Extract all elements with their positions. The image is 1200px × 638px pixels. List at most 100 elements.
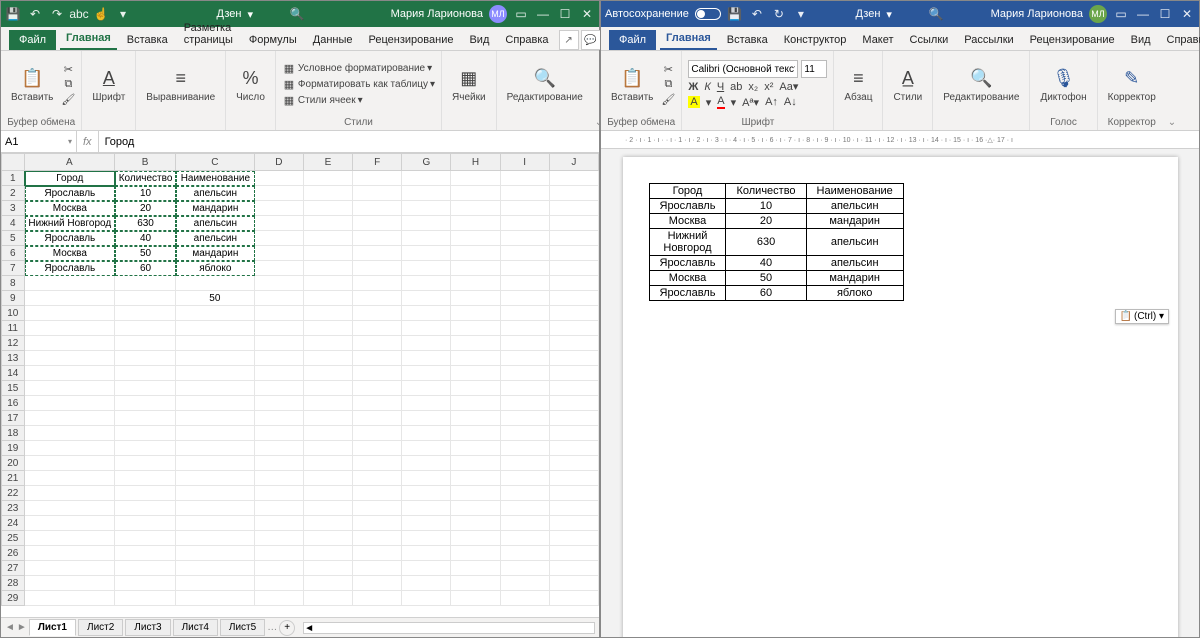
cell[interactable] <box>255 291 304 306</box>
cell[interactable] <box>451 336 500 351</box>
cell[interactable] <box>176 456 255 471</box>
cell[interactable] <box>550 246 599 261</box>
cell[interactable] <box>304 231 353 246</box>
cell[interactable] <box>451 261 500 276</box>
cell[interactable] <box>550 426 599 441</box>
cell[interactable] <box>550 261 599 276</box>
copy-icon[interactable]: ⧉ <box>61 78 75 92</box>
cell[interactable] <box>451 201 500 216</box>
tab-review[interactable]: Рецензирование <box>1024 30 1121 50</box>
cell[interactable] <box>402 261 451 276</box>
paste-options-button[interactable]: 📋 (Ctrl) ▾ <box>1115 309 1169 324</box>
cell[interactable] <box>353 381 402 396</box>
row-header[interactable]: 4 <box>1 216 25 231</box>
cell[interactable] <box>255 546 304 561</box>
cell[interactable] <box>402 291 451 306</box>
cell[interactable] <box>255 366 304 381</box>
cell[interactable] <box>451 381 500 396</box>
tab-help[interactable]: Справка <box>499 30 554 50</box>
cell[interactable]: Москва <box>25 246 115 261</box>
row-header[interactable]: 29 <box>1 591 25 606</box>
cell[interactable] <box>115 336 176 351</box>
cell[interactable]: яблоко <box>176 261 255 276</box>
cell[interactable] <box>176 396 255 411</box>
cell[interactable] <box>176 591 255 606</box>
tab-data[interactable]: Данные <box>307 30 359 50</box>
sub-button[interactable]: x₂ <box>748 81 758 93</box>
cell[interactable] <box>402 171 451 186</box>
title-dropdown-icon[interactable]: ▾ <box>886 8 892 21</box>
fx-icon[interactable]: fx <box>83 136 92 148</box>
cell[interactable] <box>353 276 402 291</box>
cell[interactable] <box>255 201 304 216</box>
cell[interactable] <box>25 561 115 576</box>
cell[interactable] <box>304 486 353 501</box>
cell[interactable] <box>25 591 115 606</box>
cell[interactable] <box>353 306 402 321</box>
sheet-tab[interactable]: Лист1 <box>29 619 76 636</box>
cell[interactable] <box>25 441 115 456</box>
cell[interactable] <box>304 516 353 531</box>
save-icon[interactable]: 💾 <box>727 6 743 22</box>
cell[interactable] <box>353 396 402 411</box>
cell[interactable] <box>255 186 304 201</box>
table-cell[interactable]: мандарин <box>806 214 903 229</box>
cell[interactable]: Ярославль <box>25 186 115 201</box>
cell[interactable] <box>176 501 255 516</box>
paragraph-button[interactable]: ≡Абзац <box>840 64 876 105</box>
cell[interactable] <box>353 456 402 471</box>
cell[interactable] <box>255 246 304 261</box>
cell[interactable] <box>304 441 353 456</box>
sheet-tab[interactable]: Лист3 <box>125 619 170 636</box>
cell[interactable] <box>255 336 304 351</box>
highlight-button[interactable]: A <box>688 96 699 108</box>
col-header[interactable]: B <box>115 153 176 171</box>
cell[interactable]: Количество <box>115 171 176 186</box>
cell[interactable] <box>353 471 402 486</box>
row-header[interactable]: 21 <box>1 471 25 486</box>
cell[interactable] <box>550 171 599 186</box>
cell[interactable] <box>353 246 402 261</box>
copy-icon[interactable]: ⧉ <box>661 78 675 92</box>
editing-button[interactable]: 🔍Редактирование <box>939 64 1023 105</box>
row-header[interactable]: 14 <box>1 366 25 381</box>
word-document-area[interactable]: ГородКоличествоНаименованиеЯрославль10ап… <box>601 149 1199 637</box>
cell[interactable] <box>304 351 353 366</box>
cell[interactable] <box>501 321 550 336</box>
cell[interactable] <box>501 291 550 306</box>
cell[interactable]: Ярославль <box>25 231 115 246</box>
cell[interactable]: Город <box>25 171 115 186</box>
qat-more-icon[interactable]: ▾ <box>793 6 809 22</box>
tab-formulas[interactable]: Формулы <box>243 30 303 50</box>
col-header[interactable]: H <box>451 153 500 171</box>
spellcheck-icon[interactable]: abc <box>71 6 87 22</box>
cell[interactable] <box>451 351 500 366</box>
cell[interactable] <box>501 426 550 441</box>
undo-icon[interactable]: ↶ <box>749 6 765 22</box>
cell[interactable] <box>550 501 599 516</box>
col-header[interactable]: I <box>501 153 550 171</box>
table-cell[interactable]: 50 <box>726 271 806 286</box>
table-cell[interactable]: Москва <box>649 271 726 286</box>
shrink-font-button[interactable]: A↓ <box>784 96 797 108</box>
cell[interactable] <box>451 276 500 291</box>
undo-icon[interactable]: ↶ <box>27 6 43 22</box>
cell[interactable] <box>550 231 599 246</box>
cell[interactable] <box>353 516 402 531</box>
cell[interactable] <box>402 531 451 546</box>
save-icon[interactable]: 💾 <box>5 6 21 22</box>
col-header[interactable]: J <box>550 153 599 171</box>
cell[interactable] <box>304 456 353 471</box>
search-icon[interactable]: 🔍 <box>928 6 944 22</box>
minimize-icon[interactable]: — <box>535 6 551 22</box>
row-header[interactable]: 19 <box>1 441 25 456</box>
row-header[interactable]: 24 <box>1 516 25 531</box>
cell[interactable]: Наименование <box>176 171 255 186</box>
cell[interactable] <box>550 306 599 321</box>
cell[interactable] <box>451 441 500 456</box>
cell[interactable]: мандарин <box>176 201 255 216</box>
cell[interactable] <box>501 276 550 291</box>
cell[interactable] <box>501 351 550 366</box>
cell[interactable]: 630 <box>115 216 176 231</box>
sheet-tab[interactable]: Лист2 <box>78 619 123 636</box>
